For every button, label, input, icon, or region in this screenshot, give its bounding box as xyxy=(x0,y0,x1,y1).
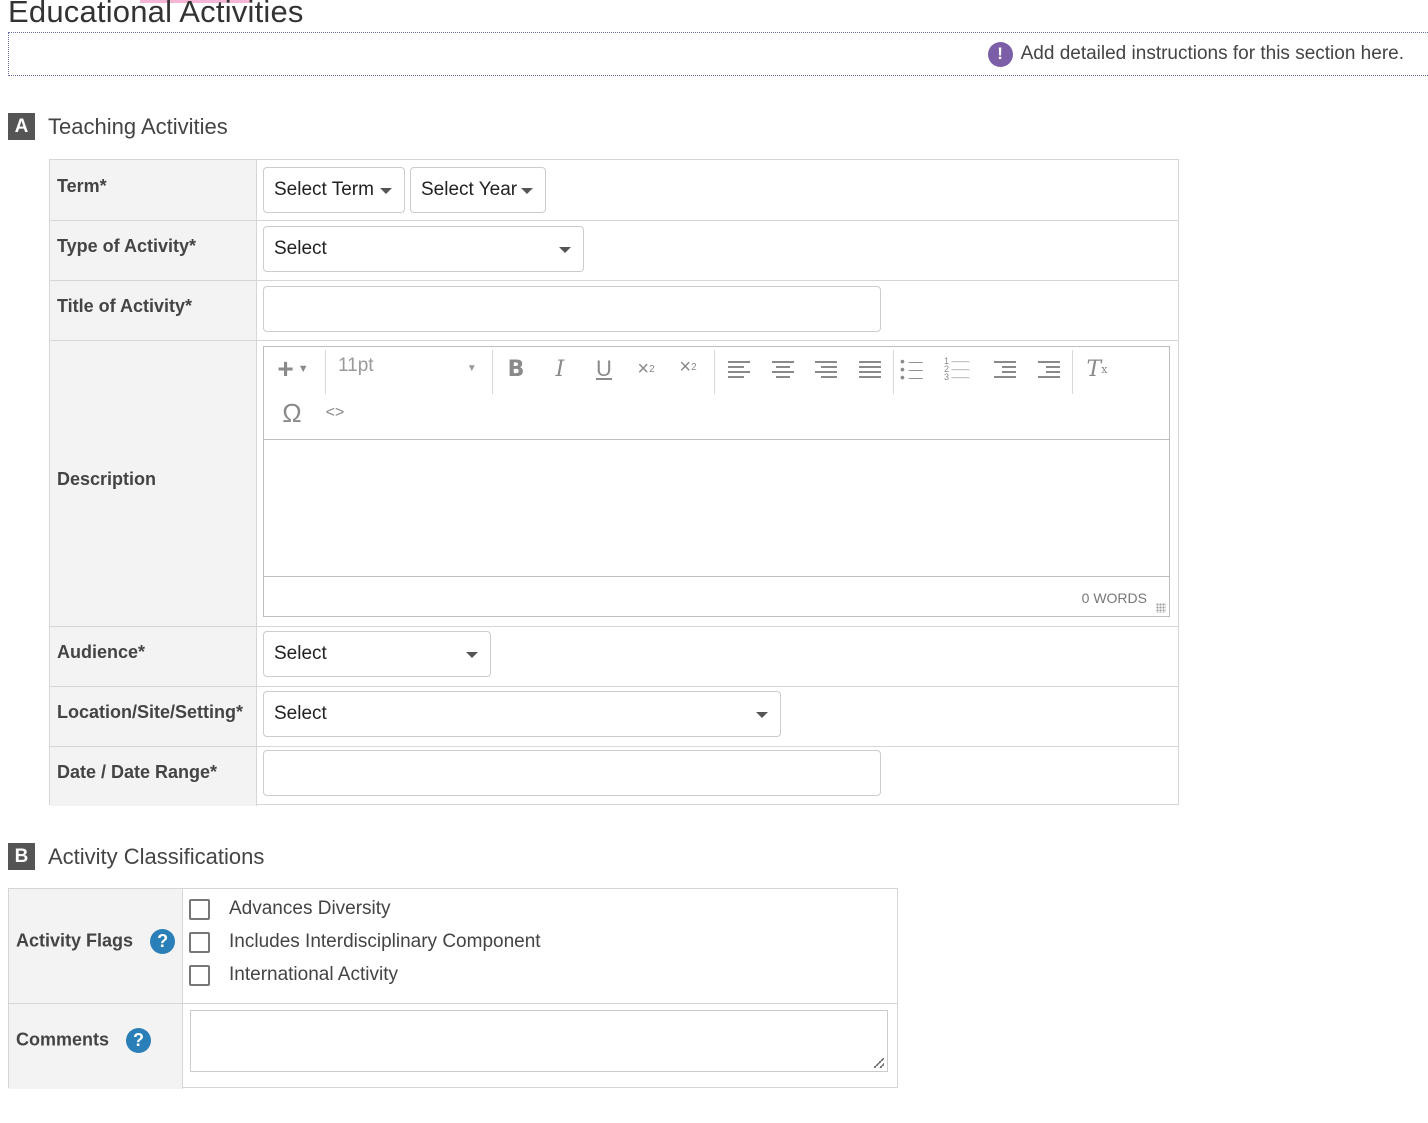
type-row: Type of Activity* xyxy=(50,220,1178,280)
section-b-header: B Activity Classifications xyxy=(8,843,264,870)
word-count: 0 WORDS xyxy=(1081,590,1147,606)
numbered-list-icon[interactable]: 1 —— 2 —— 3 —— xyxy=(944,351,980,387)
page-title: Educational Activities xyxy=(8,0,304,29)
description-label: Description xyxy=(50,341,257,626)
date-range-input[interactable] xyxy=(263,750,881,796)
toolbar-separator xyxy=(492,350,493,394)
toolbar-separator xyxy=(714,350,715,394)
toolbar-separator xyxy=(325,350,326,394)
chevron-down-icon xyxy=(521,188,533,194)
audience-select-value: Select xyxy=(274,643,327,664)
instructions-text: Add detailed instructions for this secti… xyxy=(1020,43,1404,64)
type-select-value: Select xyxy=(274,238,327,259)
flag-advances-diversity[interactable]: Advances Diversity xyxy=(189,898,391,920)
flag-international[interactable]: International Activity xyxy=(189,964,398,986)
exclamation-icon: ! xyxy=(987,41,1013,67)
editor-status-bar: 0 WORDS xyxy=(264,576,1169,616)
clear-format-icon[interactable]: Tx xyxy=(1079,351,1115,387)
justify-icon[interactable] xyxy=(852,351,888,387)
date-label: Date / Date Range* xyxy=(50,747,257,806)
align-center-icon[interactable] xyxy=(765,351,801,387)
resize-handle-icon[interactable] xyxy=(1156,603,1166,613)
flag-label: International Activity xyxy=(229,964,398,985)
term-select-value: Select Term xyxy=(274,179,374,200)
audience-select[interactable]: Select xyxy=(263,631,491,677)
resize-handle-icon[interactable] xyxy=(874,1058,884,1068)
font-size-value: 11pt xyxy=(338,355,374,376)
audience-label: Audience* xyxy=(50,627,257,686)
location-select-value: Select xyxy=(274,703,327,724)
title-label: Title of Activity* xyxy=(50,281,257,340)
type-of-activity-select[interactable]: Select xyxy=(263,226,584,272)
checkbox[interactable] xyxy=(189,964,210,986)
section-a-header: A Teaching Activities xyxy=(8,113,228,140)
flags-label-cell: Activity Flags ? xyxy=(9,889,183,1003)
term-row: Term* xyxy=(50,160,1178,220)
insert-icon[interactable]: + ▼ xyxy=(268,351,318,387)
section-letter: B xyxy=(8,843,35,870)
comments-label-cell: Comments ? xyxy=(9,1004,183,1089)
section-title: Activity Classifications xyxy=(48,843,265,869)
checkbox[interactable] xyxy=(189,898,210,920)
underline-icon[interactable]: U xyxy=(586,351,622,387)
bullet-list-icon[interactable]: • — • — • — xyxy=(900,351,936,387)
location-label: Location/Site/Setting* xyxy=(50,687,257,746)
comments-label: Comments xyxy=(16,1029,110,1050)
audience-row: Audience* xyxy=(50,626,1178,686)
toolbar-separator xyxy=(1072,350,1073,394)
section-letter: A xyxy=(8,113,35,140)
flag-label: Advances Diversity xyxy=(229,898,391,919)
type-label: Type of Activity* xyxy=(50,221,257,280)
chevron-down-icon xyxy=(559,247,571,253)
outdent-icon[interactable] xyxy=(987,351,1023,387)
description-editor[interactable]: + ▼ 11pt ▼ B I U × 2 × 2 • — • — • — 1 —— 2 xyxy=(263,346,1170,617)
flags-label: Activity Flags xyxy=(16,930,134,951)
instructions-bar: ! Add detailed instructions for this sec… xyxy=(8,32,1428,76)
checkbox[interactable] xyxy=(189,931,210,953)
source-code-icon[interactable]: <> xyxy=(317,395,353,431)
flag-interdisciplinary[interactable]: Includes Interdisciplinary Component xyxy=(189,931,541,953)
indent-icon[interactable] xyxy=(1031,351,1067,387)
year-select-value: Select Year xyxy=(421,179,518,200)
year-select[interactable]: Select Year xyxy=(410,167,546,213)
help-icon[interactable]: ? xyxy=(150,929,176,954)
term-select[interactable]: Select Term xyxy=(263,167,405,213)
comments-textarea[interactable] xyxy=(190,1010,888,1072)
italic-icon[interactable]: I xyxy=(542,351,578,387)
term-label: Term* xyxy=(50,160,257,220)
location-select[interactable]: Select xyxy=(263,691,781,737)
align-left-icon[interactable] xyxy=(721,351,757,387)
chevron-down-icon xyxy=(466,652,478,658)
title-of-activity-input[interactable] xyxy=(263,286,881,332)
section-title: Teaching Activities xyxy=(48,113,228,139)
chevron-down-icon: ▼ xyxy=(466,363,477,374)
chevron-down-icon xyxy=(756,712,768,718)
special-char-icon[interactable]: Ω xyxy=(274,395,310,431)
toolbar-separator xyxy=(893,350,894,394)
chevron-down-icon xyxy=(380,188,392,194)
bold-icon[interactable]: B xyxy=(498,351,534,387)
subscript-icon[interactable]: × 2 xyxy=(628,351,664,387)
align-right-icon[interactable] xyxy=(808,351,844,387)
flag-label: Includes Interdisciplinary Component xyxy=(229,931,541,952)
font-size-select[interactable]: 11pt ▼ xyxy=(338,355,477,377)
editor-toolbar: + ▼ 11pt ▼ B I U × 2 × 2 • — • — • — 1 —— 2 xyxy=(264,347,1169,440)
help-icon[interactable]: ? xyxy=(126,1028,152,1053)
superscript-icon[interactable]: × 2 xyxy=(670,349,706,385)
